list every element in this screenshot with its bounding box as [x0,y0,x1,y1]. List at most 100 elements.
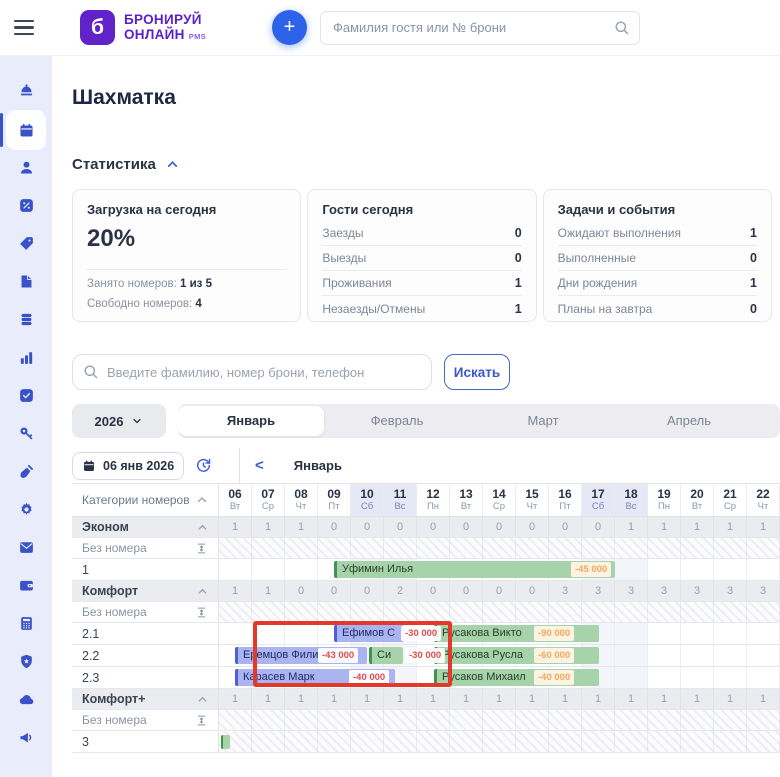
chevron-up-icon[interactable] [197,694,208,705]
sidebar-item-tasks[interactable] [6,376,46,414]
booking-bar[interactable] [221,735,230,749]
grid-cell[interactable] [516,538,549,558]
sidebar-item-housekeeping[interactable] [6,452,46,490]
create-booking-button[interactable]: + [272,10,307,45]
grid-cell[interactable] [549,710,582,730]
sidebar-item-tags[interactable] [6,224,46,262]
grid-cell[interactable] [582,538,615,558]
logo[interactable]: б БРОНИРУЙ ОНЛАЙН PMS [80,10,206,45]
sidebar-item-wallet[interactable] [6,566,46,604]
stats-section-toggle[interactable]: Статистика [72,156,780,173]
grid-cell[interactable] [483,538,516,558]
expand-rooms-icon[interactable] [195,542,208,555]
grid-cell[interactable] [318,602,351,622]
grid-cell[interactable] [318,710,351,730]
date-picker[interactable]: 06 янв 2026 [72,452,184,480]
expand-rooms-icon[interactable] [195,714,208,727]
grid-cell[interactable] [516,710,549,730]
grid-cell[interactable] [714,645,747,666]
sidebar-item-marketing[interactable] [6,718,46,756]
grid-cell[interactable] [747,667,780,688]
grid-cell[interactable] [285,538,318,558]
tab-march[interactable]: Март [470,404,616,438]
grid-cell[interactable] [219,538,252,558]
grid-cell[interactable] [681,623,714,644]
grid-cell[interactable] [615,602,648,622]
grid-cell[interactable] [648,667,681,688]
grid-cell[interactable] [747,710,780,730]
sidebar-item-loyalty[interactable] [6,642,46,680]
grid-cell[interactable] [681,731,714,752]
grid-cell[interactable] [648,645,681,666]
grid-cell[interactable] [483,731,516,752]
grid-cell[interactable] [219,559,252,580]
grid-cell[interactable] [747,602,780,622]
grid-cell[interactable] [615,731,648,752]
grid-cell[interactable] [384,710,417,730]
chevron-up-icon[interactable] [197,522,208,533]
grid-cell[interactable] [681,602,714,622]
sidebar-item-settings[interactable] [6,490,46,528]
sidebar-item-finance[interactable] [6,300,46,338]
sidebar-item-bell[interactable] [6,72,46,110]
grid-cell[interactable] [219,623,252,644]
tab-april[interactable]: Апрель [616,404,762,438]
chevron-up-icon[interactable] [196,494,208,506]
grid-cell[interactable] [384,602,417,622]
grid-cell[interactable] [516,602,549,622]
grid-cell[interactable] [252,559,285,580]
grid-cell[interactable] [747,559,780,580]
grid-cell[interactable] [747,645,780,666]
grid-cell[interactable] [318,731,351,752]
grid-cell[interactable] [648,538,681,558]
header-search-input[interactable] [320,11,640,45]
grid-cell[interactable] [648,710,681,730]
grid-cell[interactable] [714,667,747,688]
grid-cell[interactable] [681,645,714,666]
grid-cell[interactable] [714,710,747,730]
grid-cell[interactable] [252,623,285,644]
grid-cell[interactable] [417,538,450,558]
grid-cell[interactable] [351,538,384,558]
grid-cell[interactable] [582,731,615,752]
grid-cell[interactable] [615,667,648,688]
grid-cell[interactable] [648,559,681,580]
grid-cell[interactable] [285,731,318,752]
grid-cell[interactable] [648,602,681,622]
grid-cell[interactable] [615,645,648,666]
sidebar-item-discounts[interactable] [6,186,46,224]
grid-cell[interactable] [549,602,582,622]
grid-cell[interactable] [549,538,582,558]
grid-cell[interactable] [384,731,417,752]
grid-cell[interactable] [450,602,483,622]
grid-cell[interactable] [450,710,483,730]
grid-cell[interactable] [450,538,483,558]
grid-cell[interactable] [615,623,648,644]
grid-cell[interactable] [681,667,714,688]
grid-cell[interactable] [747,538,780,558]
sidebar-item-accounting[interactable] [6,604,46,642]
sidebar-item-inbox[interactable] [6,528,46,566]
grid-cell[interactable] [285,559,318,580]
grid-cell[interactable] [681,710,714,730]
grid-cell[interactable] [417,602,450,622]
tab-february[interactable]: Февраль [324,404,470,438]
grid-cell[interactable] [219,710,252,730]
booking-bar[interactable]: Русакова Викто [434,625,599,642]
prev-month-button[interactable]: < [255,457,264,474]
grid-cell[interactable] [252,710,285,730]
year-dropdown[interactable]: 2026 [72,404,166,438]
grid-cell[interactable] [681,538,714,558]
grid-cell[interactable] [681,559,714,580]
grid-cell[interactable] [351,731,384,752]
reset-date-icon[interactable] [195,457,212,474]
grid-cell[interactable] [747,623,780,644]
grid-cell[interactable] [450,731,483,752]
grid-cell[interactable] [252,602,285,622]
grid-cell[interactable] [615,710,648,730]
grid-cell[interactable] [351,710,384,730]
grid-cell[interactable] [582,710,615,730]
sidebar-item-cloud[interactable] [6,680,46,718]
grid-cell[interactable] [714,731,747,752]
sidebar-item-guests[interactable] [6,148,46,186]
